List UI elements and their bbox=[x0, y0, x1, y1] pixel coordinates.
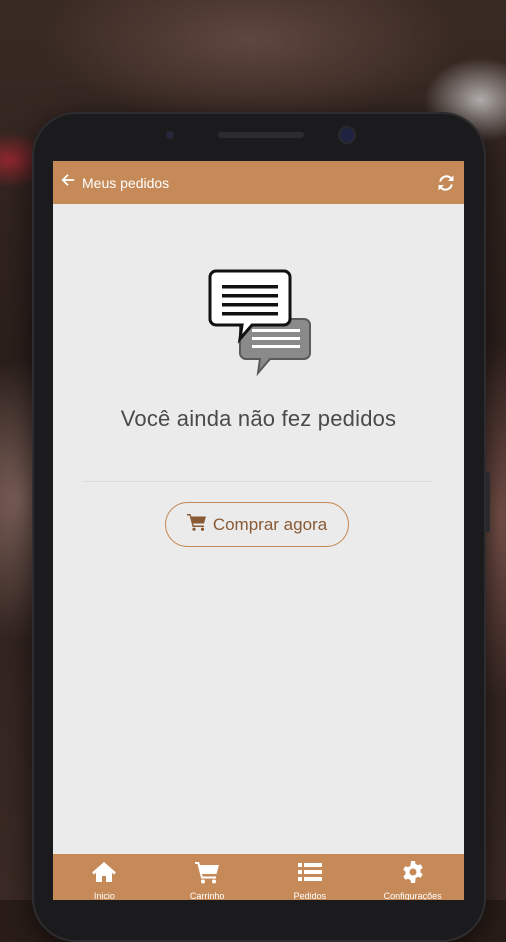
home-icon bbox=[91, 860, 117, 889]
nav-label-carrinho: Carrinho bbox=[189, 891, 225, 900]
nav-label-pedidos: Pedidos bbox=[293, 891, 327, 900]
buy-now-button[interactable]: Comprar agora bbox=[165, 502, 349, 547]
gear-icon bbox=[400, 860, 426, 889]
empty-state-message: Você ainda não fez pedidos bbox=[120, 406, 397, 431]
refresh-button[interactable] bbox=[438, 175, 454, 191]
app-screen: Meus pedidos Você ainda não fez pedidos … bbox=[53, 161, 464, 900]
cart-icon bbox=[186, 513, 207, 536]
app-bar: Meus pedidos bbox=[53, 161, 464, 204]
bottom-navigation: Inicio Carrinho Pedidos Configurações bbox=[53, 854, 464, 900]
buy-now-label: Comprar agora bbox=[212, 514, 328, 534]
nav-item-inicio[interactable]: Inicio bbox=[53, 854, 156, 900]
page-title: Meus pedidos bbox=[82, 174, 170, 191]
phone-speaker bbox=[218, 132, 304, 138]
phone-camera bbox=[340, 128, 354, 142]
phone-sensor bbox=[166, 131, 174, 139]
nav-item-configuracoes[interactable]: Configurações bbox=[361, 854, 464, 900]
arrow-left-icon bbox=[61, 173, 75, 192]
list-icon bbox=[297, 860, 323, 889]
nav-item-carrinho[interactable]: Carrinho bbox=[156, 854, 259, 900]
nav-label-configuracoes: Configurações bbox=[383, 891, 442, 900]
chat-bubbles-icon bbox=[208, 269, 312, 381]
divider bbox=[83, 481, 433, 482]
nav-label-inicio: Inicio bbox=[93, 891, 115, 900]
nav-item-pedidos[interactable]: Pedidos bbox=[259, 854, 362, 900]
back-button[interactable]: Meus pedidos bbox=[53, 161, 169, 204]
phone-side-button bbox=[486, 472, 490, 532]
refresh-icon bbox=[438, 175, 454, 195]
cart-icon bbox=[194, 860, 220, 889]
